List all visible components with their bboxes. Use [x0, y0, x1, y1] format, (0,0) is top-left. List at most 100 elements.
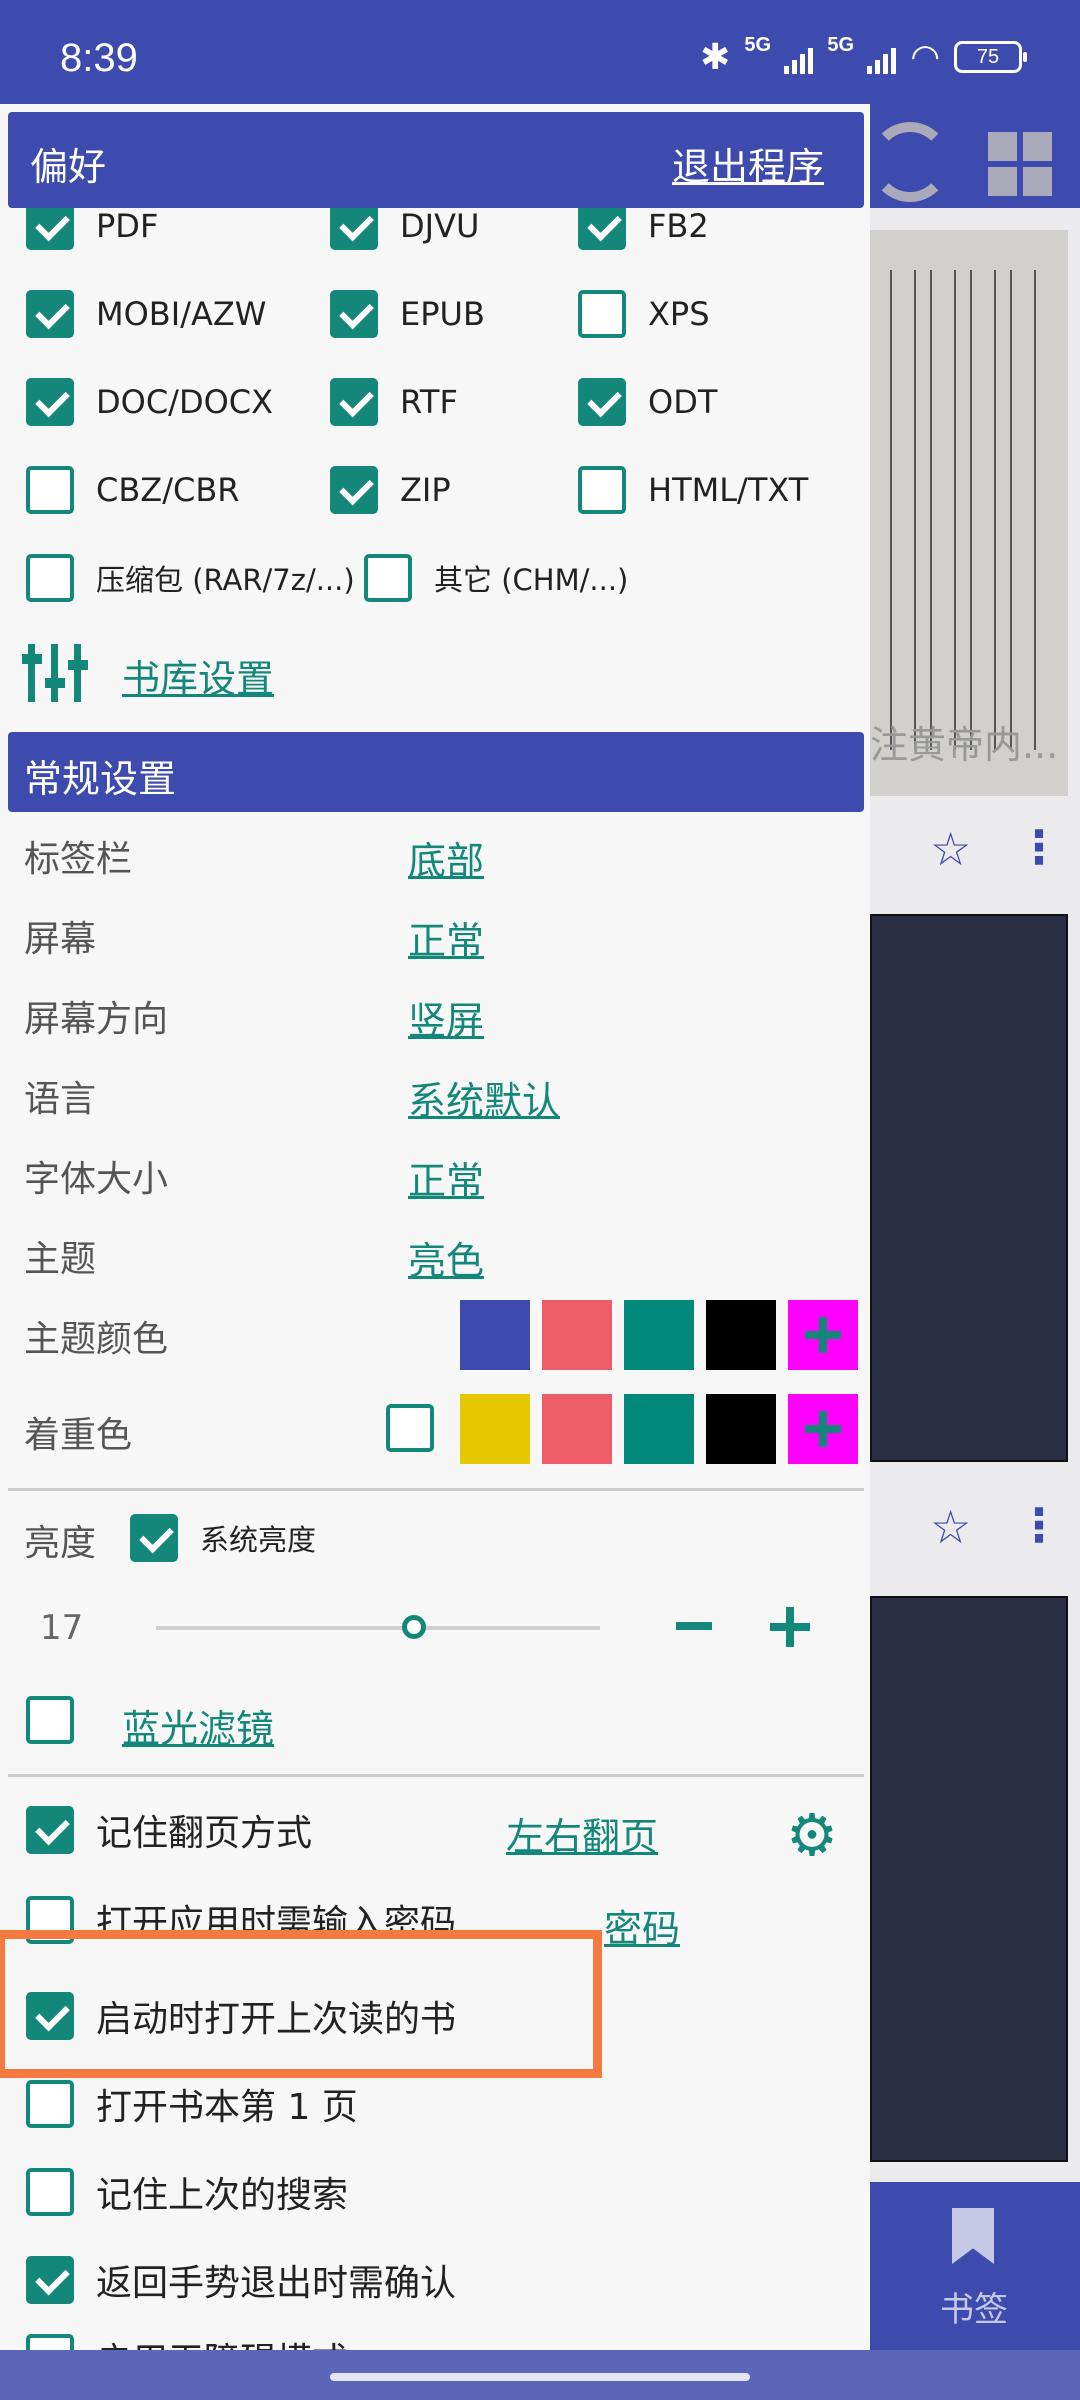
brightness-label: 亮度 — [24, 1523, 97, 1564]
format-djvu[interactable]: DJVU — [330, 202, 479, 250]
option-remember-page-turn[interactable]: 记住翻页方式 — [26, 1804, 312, 1856]
brightness-value: 17 — [40, 1608, 84, 1648]
bookmark-tab-label[interactable]: 书签 — [940, 2282, 1008, 2331]
format-checkbox[interactable] — [578, 202, 626, 250]
format-fb2[interactable]: FB2 — [578, 202, 709, 250]
format-zip[interactable]: ZIP — [330, 466, 451, 514]
format-label: CBZ/CBR — [96, 471, 240, 509]
option-confirm-exit[interactable]: 返回手势退出时需确认 — [26, 2254, 456, 2306]
font-size-value[interactable]: 正常 — [408, 1150, 484, 1205]
theme-value[interactable]: 亮色 — [408, 1230, 484, 1285]
format-label: DOC/DOCX — [96, 383, 274, 421]
refresh-icon[interactable] — [870, 122, 950, 202]
panel-title: 偏好 — [30, 145, 107, 189]
screen-value[interactable]: 正常 — [408, 910, 484, 965]
option-open-first-page[interactable]: 打开书本第 1 页 — [26, 2078, 358, 2130]
tabbar-value[interactable]: 底部 — [408, 830, 484, 885]
book-cover[interactable] — [870, 230, 1068, 796]
format-checkbox[interactable] — [578, 378, 626, 426]
gesture-handle[interactable] — [330, 2373, 750, 2381]
accent-color-swatch[interactable] — [460, 1394, 530, 1464]
format-label: 压缩包 (RAR/7z/...) — [96, 563, 355, 597]
theme-color-swatch[interactable] — [542, 1300, 612, 1370]
format-checkbox[interactable] — [330, 378, 378, 426]
format-label: ODT — [648, 383, 718, 421]
theme-color-swatch[interactable] — [706, 1300, 776, 1370]
language-value[interactable]: 系统默认 — [408, 1070, 560, 1125]
format-checkbox[interactable] — [26, 202, 74, 250]
gear-icon[interactable]: ⚙ — [786, 1806, 838, 1864]
option-checkbox[interactable] — [26, 2256, 74, 2304]
more-icon[interactable]: ⋮ — [1016, 820, 1062, 874]
brightness-decrease-button[interactable] — [676, 1609, 712, 1645]
theme-color-swatch[interactable] — [624, 1300, 694, 1370]
orientation-label: 屏幕方向 — [24, 999, 169, 1040]
format-pdf[interactable]: PDF — [26, 202, 158, 250]
option-label: 记住翻页方式 — [96, 1813, 313, 1854]
signal-label-2: 5G — [827, 34, 855, 56]
accent-color-swatch[interactable] — [706, 1394, 776, 1464]
format-checkbox[interactable] — [26, 466, 74, 514]
option-checkbox[interactable] — [26, 2168, 74, 2216]
option-label: 返回手势退出时需确认 — [96, 2263, 457, 2304]
panel-header: 偏好 退出程序 — [8, 112, 864, 208]
theme-label: 主题 — [24, 1239, 97, 1280]
format-checkbox[interactable] — [330, 202, 378, 250]
book-cover-2[interactable] — [870, 914, 1068, 1462]
format-xps[interactable]: XPS — [578, 290, 710, 338]
exit-app-link[interactable]: 退出程序 — [672, 136, 824, 191]
format-checkbox[interactable] — [330, 466, 378, 514]
format-label: ZIP — [400, 471, 451, 509]
star-icon[interactable]: ☆ — [930, 822, 971, 876]
format-archive[interactable]: 压缩包 (RAR/7z/...) — [26, 554, 355, 602]
accent-checkbox[interactable] — [386, 1404, 434, 1452]
accent-color-swatch[interactable] — [624, 1394, 694, 1464]
more-icon-2[interactable]: ⋮ — [1016, 1498, 1062, 1552]
format-checkbox[interactable] — [364, 554, 412, 602]
theme-color-swatch[interactable] — [460, 1300, 530, 1370]
brightness-slider-thumb[interactable] — [401, 1615, 426, 1639]
blue-light-filter-link[interactable]: 蓝光滤镜 — [122, 1698, 274, 1753]
blue-light-checkbox[interactable] — [26, 1696, 74, 1744]
language-label: 语言 — [24, 1079, 97, 1120]
format-html[interactable]: HTML/TXT — [578, 466, 808, 514]
format-checkbox[interactable] — [26, 554, 74, 602]
library-settings-link[interactable]: 书库设置 — [122, 648, 274, 703]
signal-icon: 5G — [744, 34, 814, 74]
format-checkbox[interactable] — [578, 290, 626, 338]
book-title[interactable]: 注黄帝内... — [870, 714, 1080, 769]
option-checkbox[interactable] — [26, 2080, 74, 2128]
format-checkbox[interactable] — [26, 378, 74, 426]
format-checkbox[interactable] — [330, 290, 378, 338]
format-checkbox[interactable] — [578, 466, 626, 514]
option-checkbox[interactable] — [26, 1806, 74, 1854]
format-mobi[interactable]: MOBI/AZW — [26, 290, 266, 338]
add-accent-color-button[interactable] — [788, 1394, 858, 1464]
system-brightness-toggle[interactable]: 系统亮度 — [130, 1514, 316, 1562]
option-checkbox[interactable] — [26, 2334, 74, 2350]
format-label: XPS — [648, 295, 710, 333]
format-cbz[interactable]: CBZ/CBR — [26, 466, 240, 514]
book-cover-3[interactable] — [870, 1596, 1068, 2162]
accent-color-swatch[interactable] — [542, 1394, 612, 1464]
format-other[interactable]: 其它 (CHM/...) — [364, 554, 628, 602]
page-turn-mode-link[interactable]: 左右翻页 — [506, 1806, 658, 1861]
format-doc[interactable]: DOC/DOCX — [26, 378, 273, 426]
section-title: 常规设置 — [24, 757, 177, 801]
font-size-label: 字体大小 — [24, 1159, 169, 1200]
grid-view-icon[interactable] — [988, 132, 1052, 196]
star-icon-2[interactable]: ☆ — [930, 1500, 971, 1554]
add-theme-color-button[interactable] — [788, 1300, 858, 1370]
format-rtf[interactable]: RTF — [330, 378, 458, 426]
system-brightness-checkbox[interactable] — [130, 1514, 178, 1562]
library-settings-icon[interactable] — [22, 642, 88, 706]
format-epub[interactable]: EPUB — [330, 290, 485, 338]
orientation-value[interactable]: 竖屏 — [408, 990, 484, 1045]
option-remember-search[interactable]: 记住上次的搜索 — [26, 2166, 348, 2218]
format-odt[interactable]: ODT — [578, 378, 717, 426]
brightness-slider[interactable] — [156, 1626, 600, 1630]
brightness-increase-button[interactable] — [770, 1607, 810, 1647]
password-link[interactable]: 密码 — [604, 1898, 680, 1953]
format-checkbox[interactable] — [26, 290, 74, 338]
option-accessibility[interactable]: 启用无障碍模式 — [26, 2332, 348, 2350]
